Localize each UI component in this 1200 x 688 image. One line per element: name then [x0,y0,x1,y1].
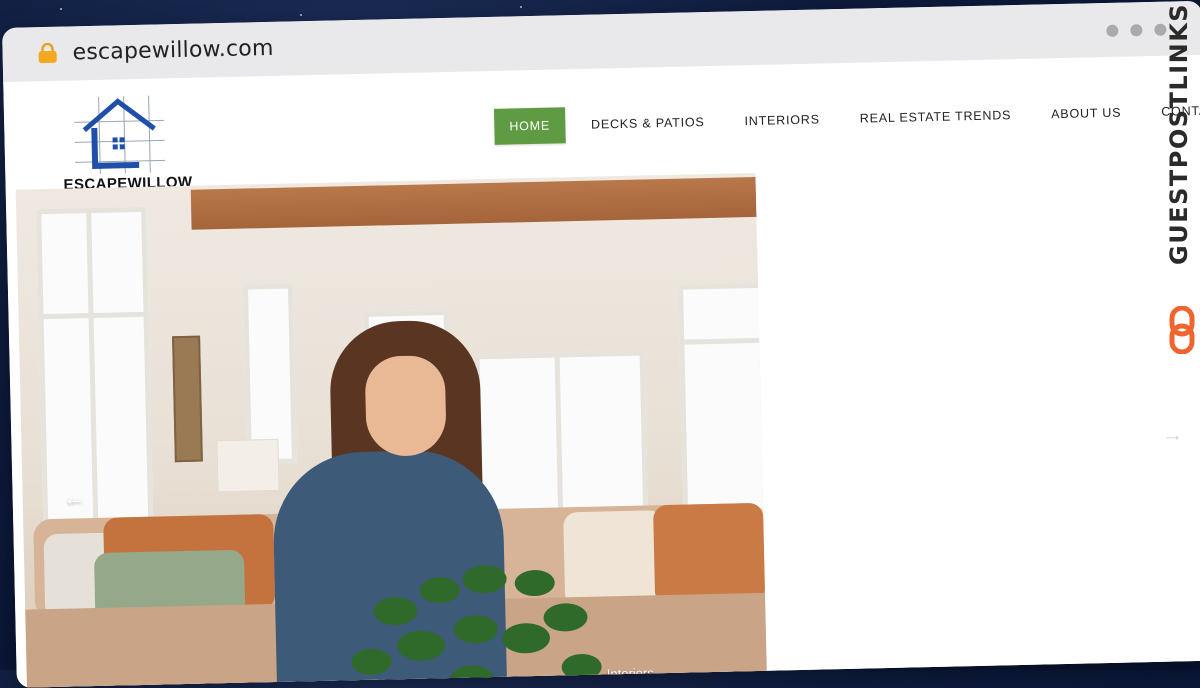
lock-icon [38,42,57,64]
hero-slider-image[interactable]: ← Interiors [15,172,768,688]
window-dot[interactable] [1106,24,1119,37]
link-icon [1169,306,1195,354]
nav-about-us[interactable]: ABOUT US [1051,106,1121,122]
nav-decks-patios[interactable]: DECKS & PATIOS [591,115,705,132]
star [520,6,522,8]
slider-next-arrow-icon[interactable]: → [1161,421,1184,447]
browser-window: escapewillow.com ESCAPEWILLOW HOME DECKS… [2,0,1200,688]
wall-art [172,335,203,463]
window [242,283,297,465]
badge-text: GUESTPOSTLINKS [1165,2,1193,265]
nav-interiors[interactable]: INTERIORS [744,112,820,128]
lamp [216,438,280,493]
house-logo-icon[interactable] [53,90,185,177]
window [677,282,768,515]
woman-face [364,355,447,457]
plant [351,565,602,688]
ceiling-beam [190,176,757,230]
nav-home[interactable]: HOME [493,107,566,145]
window-dot[interactable] [1130,24,1143,37]
webpage: ESCAPEWILLOW HOME DECKS & PATIOS INTERIO… [3,54,1200,688]
window-controls [1106,23,1167,37]
main-navigation: HOME DECKS & PATIOS INTERIORS REAL ESTAT… [493,91,1200,145]
star [60,8,62,10]
window [474,350,649,515]
star [300,14,302,16]
slider-prev-arrow-icon[interactable]: ← [62,484,87,513]
window [36,206,154,530]
address-bar[interactable]: escapewillow.com [72,36,274,66]
guestpostlinks-badge: GUESTPOSTLINKS [1165,3,1196,354]
slide-caption[interactable]: Interiors [607,665,654,681]
nav-real-estate-trends[interactable]: REAL ESTATE TRENDS [860,108,1012,125]
pillow [652,502,766,606]
